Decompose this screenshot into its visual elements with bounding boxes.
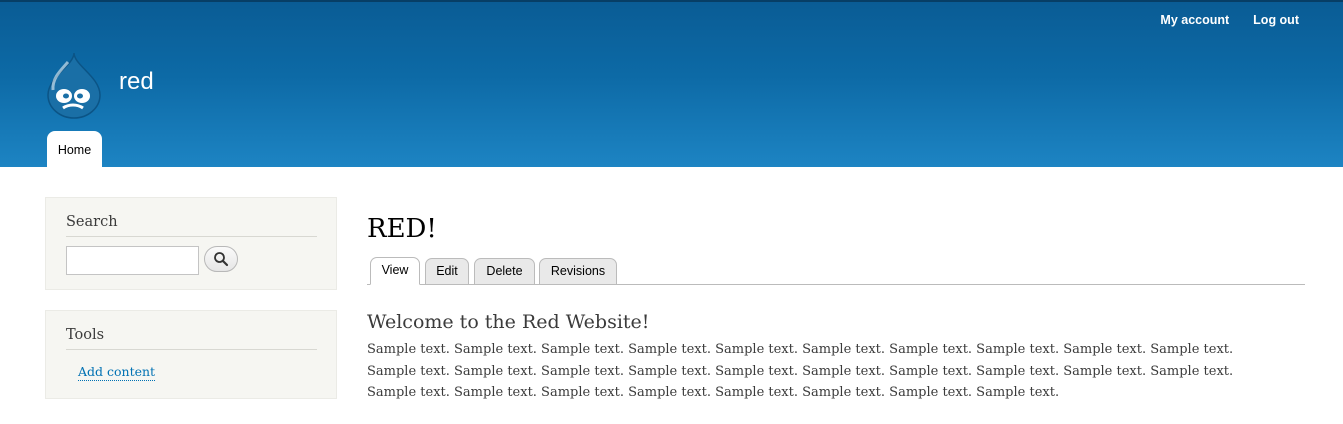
log-out-link[interactable]: Log out [1253,12,1299,28]
tab-revisions[interactable]: Revisions [539,258,617,285]
content-title: Welcome to the Red Website! [367,311,650,333]
tools-block-title: Tools [66,325,317,350]
site-name[interactable]: red [119,66,154,98]
search-input[interactable] [66,246,199,275]
tab-delete[interactable]: Delete [474,258,535,285]
body-text: Sample text. Sample text. Sample text. S… [367,342,1234,400]
local-tasks-tabs: View Edit Delete Revisions [367,255,1305,285]
search-block: Search [45,197,337,290]
main-menu: Home [47,131,102,169]
add-content-link[interactable]: Add content [78,364,156,381]
tools-block: Tools Add content [45,310,337,399]
tab-view[interactable]: View [370,257,420,285]
my-account-link[interactable]: My account [1160,12,1229,28]
drupal-logo-icon[interactable] [43,50,105,120]
tab-edit[interactable]: Edit [425,258,469,285]
search-button[interactable] [204,246,238,272]
search-icon [214,252,229,267]
main-menu-home-tab[interactable]: Home [47,131,102,169]
search-block-title: Search [66,212,317,237]
site-header: My account Log out red Home [0,0,1343,169]
user-menu: My account Log out [1160,12,1299,28]
page-title: RED! [367,214,437,244]
